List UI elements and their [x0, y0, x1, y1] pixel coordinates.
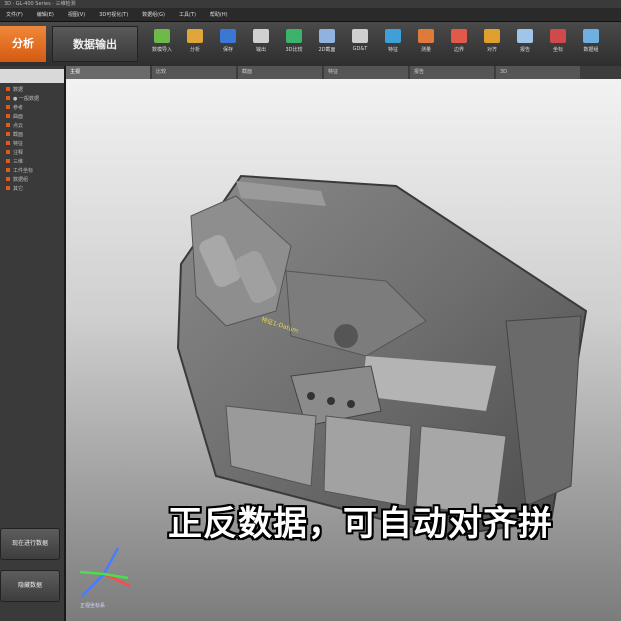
gdt-icon [352, 29, 368, 43]
run-data-button[interactable]: 现在进行数据 [0, 528, 60, 560]
section-icon [319, 29, 335, 43]
sidebar-item[interactable]: 参考 [0, 104, 64, 113]
tool-label: 2D截面 [318, 47, 336, 53]
tool-label: 保存 [222, 47, 233, 53]
measure-icon [418, 29, 434, 43]
sidebar-item[interactable]: 工件坐标 [0, 167, 64, 176]
tool-label: 边界 [453, 47, 464, 53]
analysis-icon [187, 29, 203, 43]
tool-label: 对齐 [486, 47, 497, 53]
sidebar: 数据 ● 一般数据 参考 曲面 点云 截面 特征 注释 三维 工件坐标 数据组 … [0, 66, 66, 621]
boundary-icon [451, 29, 467, 43]
axis-icon [550, 29, 566, 43]
menu-help[interactable]: 帮助(H) [210, 11, 228, 18]
tool-align-button[interactable]: 对齐 [474, 26, 510, 62]
report-icon [517, 29, 533, 43]
tool-gdt-button[interactable]: GD&T [342, 26, 378, 62]
compare-icon [286, 29, 302, 43]
triad-label: 正视坐标系 [80, 603, 106, 609]
tool-measure-button[interactable]: 测量 [408, 26, 444, 62]
tool-label: 数据组 [583, 47, 599, 53]
tool-export-button[interactable]: 输出 [243, 26, 279, 62]
ribbon: 分析 数据输出 数模导入 分析 保存 输出 3D比较 2D截面 GD&T 特征 测量 边界 对齐 报告… [0, 22, 621, 67]
sidebar-item[interactable]: 其它 [0, 185, 64, 194]
tool-label: 输出 [255, 47, 266, 53]
tool-group-button[interactable]: 数据组 [573, 26, 609, 62]
feature-icon [385, 29, 401, 43]
tool-label: 坐标 [552, 47, 563, 53]
sidebar-item[interactable]: 特征 [0, 140, 64, 149]
tool-section-button[interactable]: 2D截面 [309, 26, 345, 62]
sidebar-item[interactable]: 数据组 [0, 176, 64, 185]
sidebar-search[interactable] [0, 69, 64, 83]
tool-compare-button[interactable]: 3D比较 [276, 26, 312, 62]
tool-label: 数模导入 [151, 47, 172, 53]
menu-group[interactable]: 数据组(G) [142, 11, 165, 18]
tool-boundary-button[interactable]: 边界 [441, 26, 477, 62]
tool-import-button[interactable]: 数模导入 [144, 26, 180, 62]
tool-axis-button[interactable]: 坐标 [540, 26, 576, 62]
menu-view[interactable]: 视图(V) [68, 11, 85, 18]
tool-label: 报告 [519, 47, 530, 53]
save-icon [220, 29, 236, 43]
sidebar-item[interactable]: 曲面 [0, 113, 64, 122]
tool-label: 3D比较 [285, 47, 303, 53]
import-icon [154, 29, 170, 43]
window-title: 3D · GL-400 Series · 三维检测 [0, 0, 621, 8]
sidebar-item[interactable]: 截面 [0, 131, 64, 140]
tool-label: 特征 [387, 47, 398, 53]
tab-data-output[interactable]: 数据输出 [52, 26, 138, 62]
menu-edit[interactable]: 编辑(E) [37, 11, 54, 18]
tool-label: GD&T [352, 46, 368, 52]
sidebar-item[interactable]: 数据 [0, 86, 64, 95]
sidebar-item[interactable]: 三维 [0, 158, 64, 167]
group-icon [583, 29, 599, 43]
tool-save-button[interactable]: 保存 [210, 26, 246, 62]
tool-label: 测量 [420, 47, 431, 53]
menu-tools[interactable]: 工具(T) [179, 11, 196, 18]
menu-file[interactable]: 文件(F) [6, 11, 23, 18]
tool-report-button[interactable]: 报告 [507, 26, 543, 62]
menu-bar: 文件(F) 编辑(E) 视图(V) 3D可视化(T) 数据组(G) 工具(T) … [0, 8, 621, 22]
tab-analysis[interactable]: 分析 [0, 26, 46, 62]
align-icon [484, 29, 500, 43]
hide-data-button[interactable]: 隐藏数据 [0, 570, 60, 602]
menu-3d[interactable]: 3D可视化(T) [99, 11, 128, 18]
sidebar-item[interactable]: ● 一般数据 [0, 95, 64, 104]
export-icon [253, 29, 269, 43]
tool-feature-button[interactable]: 特征 [375, 26, 411, 62]
tool-label: 分析 [189, 47, 200, 53]
tool-analysis-button[interactable]: 分析 [177, 26, 213, 62]
sidebar-item[interactable]: 点云 [0, 122, 64, 131]
axis-triad-icon[interactable] [74, 544, 134, 604]
sidebar-item[interactable]: 注释 [0, 149, 64, 158]
video-caption: 正反数据，可自动对齐拼 [168, 504, 553, 544]
